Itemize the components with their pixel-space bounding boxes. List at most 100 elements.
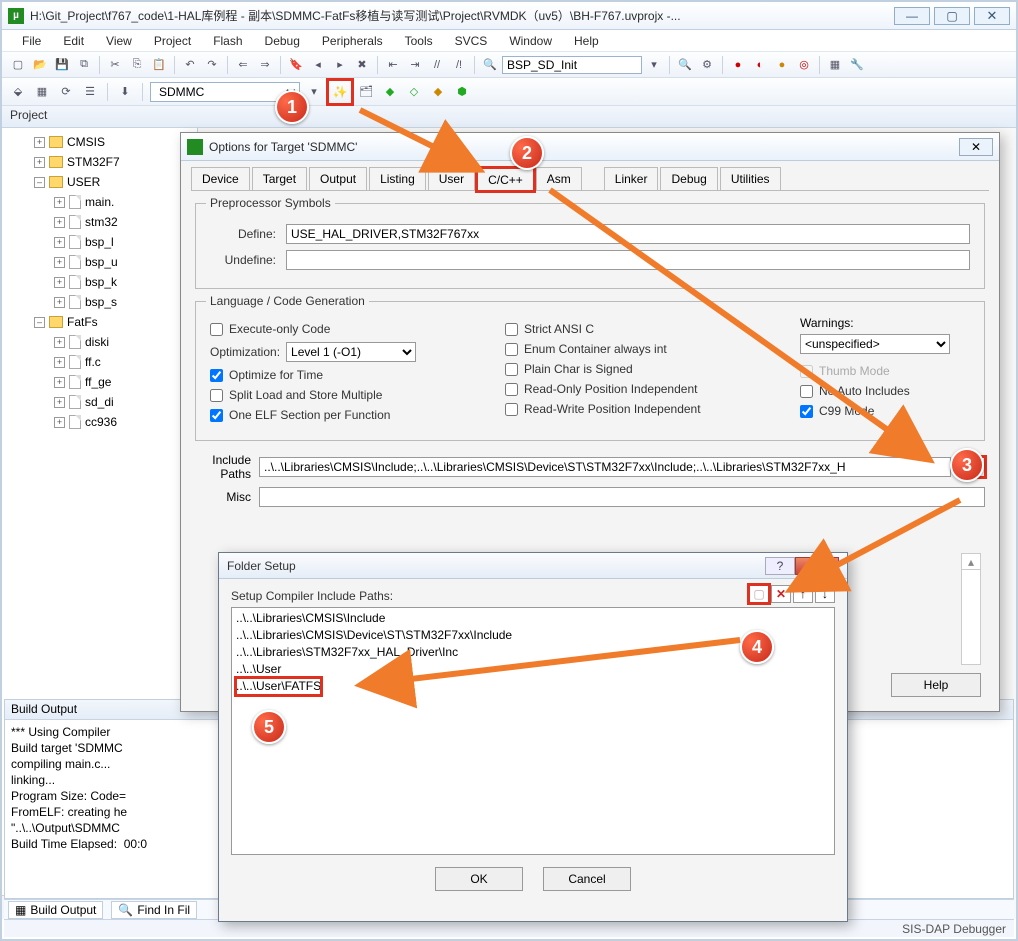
folder-cancel-button[interactable]: Cancel bbox=[543, 867, 631, 891]
pack2-icon[interactable]: ◇ bbox=[404, 82, 424, 102]
help-button[interactable]: Help bbox=[891, 673, 981, 697]
tree-file[interactable]: main. bbox=[85, 192, 114, 212]
menu-project[interactable]: Project bbox=[144, 32, 201, 50]
tree-file[interactable]: ff_ge bbox=[85, 372, 111, 392]
one-elf-checkbox[interactable] bbox=[210, 409, 223, 422]
scroll-up-icon[interactable]: ▴ bbox=[962, 554, 980, 570]
menu-window[interactable]: Window bbox=[499, 32, 562, 50]
new-file-icon[interactable]: ▢ bbox=[8, 55, 28, 75]
config-icon[interactable]: ⚙ bbox=[697, 55, 717, 75]
nav-fwd-icon[interactable]: ⇒ bbox=[255, 55, 275, 75]
tab-asm[interactable]: Asm bbox=[536, 167, 582, 190]
uncomment-icon[interactable]: /! bbox=[449, 55, 469, 75]
batch-build-icon[interactable]: ☰ bbox=[80, 82, 100, 102]
rebuild-icon[interactable]: ⟳ bbox=[56, 82, 76, 102]
tree-file[interactable]: ff.c bbox=[85, 352, 101, 372]
pack3-icon[interactable]: ◆ bbox=[428, 82, 448, 102]
tab-user[interactable]: User bbox=[428, 167, 475, 190]
menu-debug[interactable]: Debug bbox=[255, 32, 310, 50]
menu-flash[interactable]: Flash bbox=[203, 32, 252, 50]
list-item[interactable]: ..\..\Libraries\CMSIS\Include bbox=[236, 610, 830, 627]
tab-debug[interactable]: Debug bbox=[660, 167, 717, 190]
tree-file[interactable]: bsp_k bbox=[85, 272, 117, 292]
project-tree[interactable]: +CMSIS +STM32F7 –USER +main. +stm32 +bsp… bbox=[2, 128, 197, 436]
optimize-time-checkbox[interactable] bbox=[210, 369, 223, 382]
debug-icon[interactable]: 🔍 bbox=[675, 55, 695, 75]
tree-file[interactable]: bsp_s bbox=[85, 292, 117, 312]
find-go-icon[interactable]: ▾ bbox=[644, 55, 664, 75]
tab-linker[interactable]: Linker bbox=[604, 167, 659, 190]
tab-device[interactable]: Device bbox=[191, 167, 250, 190]
enum-cont-checkbox[interactable] bbox=[505, 343, 518, 356]
tools-icon[interactable]: 🔧 bbox=[847, 55, 867, 75]
split-load-checkbox[interactable] bbox=[210, 389, 223, 402]
indent-icon[interactable]: ⇤ bbox=[383, 55, 403, 75]
close-button[interactable]: ✕ bbox=[974, 7, 1010, 25]
options-scrollbar[interactable]: ▴ bbox=[961, 553, 981, 665]
menu-help[interactable]: Help bbox=[564, 32, 609, 50]
c99-checkbox[interactable] bbox=[800, 405, 813, 418]
breakpoint2-icon[interactable]: ◐ bbox=[750, 55, 770, 75]
tree-file[interactable]: diski bbox=[85, 332, 109, 352]
pack-icon[interactable]: ◆ bbox=[380, 82, 400, 102]
tab-output[interactable]: Output bbox=[309, 167, 367, 190]
tree-stm32f7[interactable]: STM32F7 bbox=[67, 152, 120, 172]
folder-help-button[interactable]: ? bbox=[765, 557, 795, 575]
include-paths-input[interactable] bbox=[259, 457, 951, 477]
pack4-icon[interactable]: ⬢ bbox=[452, 82, 472, 102]
menu-file[interactable]: File bbox=[12, 32, 51, 50]
folder-delete-button[interactable]: ✕ bbox=[771, 585, 791, 603]
tree-file[interactable]: sd_di bbox=[85, 392, 114, 412]
open-icon[interactable]: 📂 bbox=[30, 55, 50, 75]
tree-file[interactable]: cc936 bbox=[85, 412, 117, 432]
nav-back-icon[interactable]: ⇐ bbox=[233, 55, 253, 75]
menu-peripherals[interactable]: Peripherals bbox=[312, 32, 393, 50]
bookmark-icon[interactable]: 🔖 bbox=[286, 55, 306, 75]
find-icon[interactable]: 🔍 bbox=[480, 55, 500, 75]
tab-listing[interactable]: Listing bbox=[369, 167, 426, 190]
options-dialog-close[interactable]: ✕ bbox=[959, 138, 993, 156]
list-item-fatfs[interactable]: ..\..\User\FATFS bbox=[236, 678, 321, 695]
tree-file[interactable]: stm32 bbox=[85, 212, 118, 232]
cut-icon[interactable]: ✂ bbox=[105, 55, 125, 75]
build-icon[interactable]: ▦ bbox=[32, 82, 52, 102]
folder-up-button[interactable]: ↑ bbox=[793, 585, 813, 603]
tree-file[interactable]: bsp_u bbox=[85, 252, 118, 272]
tab-c-cpp[interactable]: C/C++ bbox=[477, 168, 534, 191]
bookmark-prev-icon[interactable]: ◂ bbox=[308, 55, 328, 75]
folder-close-button[interactable]: ✕ bbox=[795, 557, 839, 575]
find-input[interactable] bbox=[502, 56, 642, 74]
save-icon[interactable]: 💾 bbox=[52, 55, 72, 75]
minimize-button[interactable]: — bbox=[894, 7, 930, 25]
menu-tools[interactable]: Tools bbox=[395, 32, 443, 50]
ro-pos-checkbox[interactable] bbox=[505, 383, 518, 396]
strict-ansi-checkbox[interactable] bbox=[505, 323, 518, 336]
window-icon[interactable]: ▦ bbox=[825, 55, 845, 75]
redo-icon[interactable]: ↷ bbox=[202, 55, 222, 75]
optimization-select[interactable]: Level 1 (-O1) bbox=[286, 342, 416, 362]
folder-new-button[interactable]: ▢ bbox=[749, 585, 769, 603]
menu-view[interactable]: View bbox=[96, 32, 142, 50]
execute-only-checkbox[interactable] bbox=[210, 323, 223, 336]
bookmark-clear-icon[interactable]: ✖ bbox=[352, 55, 372, 75]
menu-edit[interactable]: Edit bbox=[53, 32, 94, 50]
copy-icon[interactable]: ⎘ bbox=[127, 55, 147, 75]
maximize-button[interactable]: ▢ bbox=[934, 7, 970, 25]
plain-char-checkbox[interactable] bbox=[505, 363, 518, 376]
tree-user[interactable]: USER bbox=[67, 172, 100, 192]
define-input[interactable] bbox=[286, 224, 970, 244]
rw-pos-checkbox[interactable] bbox=[505, 403, 518, 416]
folder-ok-button[interactable]: OK bbox=[435, 867, 523, 891]
tree-fatfs[interactable]: FatFs bbox=[67, 312, 98, 332]
translate-icon[interactable]: ⬙ bbox=[8, 82, 28, 102]
breakpoint3-icon[interactable]: ● bbox=[772, 55, 792, 75]
outdent-icon[interactable]: ⇥ bbox=[405, 55, 425, 75]
undo-icon[interactable]: ↶ bbox=[180, 55, 200, 75]
menu-svcs[interactable]: SVCS bbox=[445, 32, 498, 50]
bottom-tab-build[interactable]: ▦ Build Output bbox=[8, 901, 103, 919]
folder-down-button[interactable]: ↓ bbox=[815, 585, 835, 603]
options-for-target-button[interactable]: ✨ bbox=[328, 80, 352, 104]
save-all-icon[interactable]: ⧉ bbox=[74, 55, 94, 75]
no-auto-checkbox[interactable] bbox=[800, 385, 813, 398]
manage-icon[interactable]: 🗂 bbox=[356, 82, 376, 102]
